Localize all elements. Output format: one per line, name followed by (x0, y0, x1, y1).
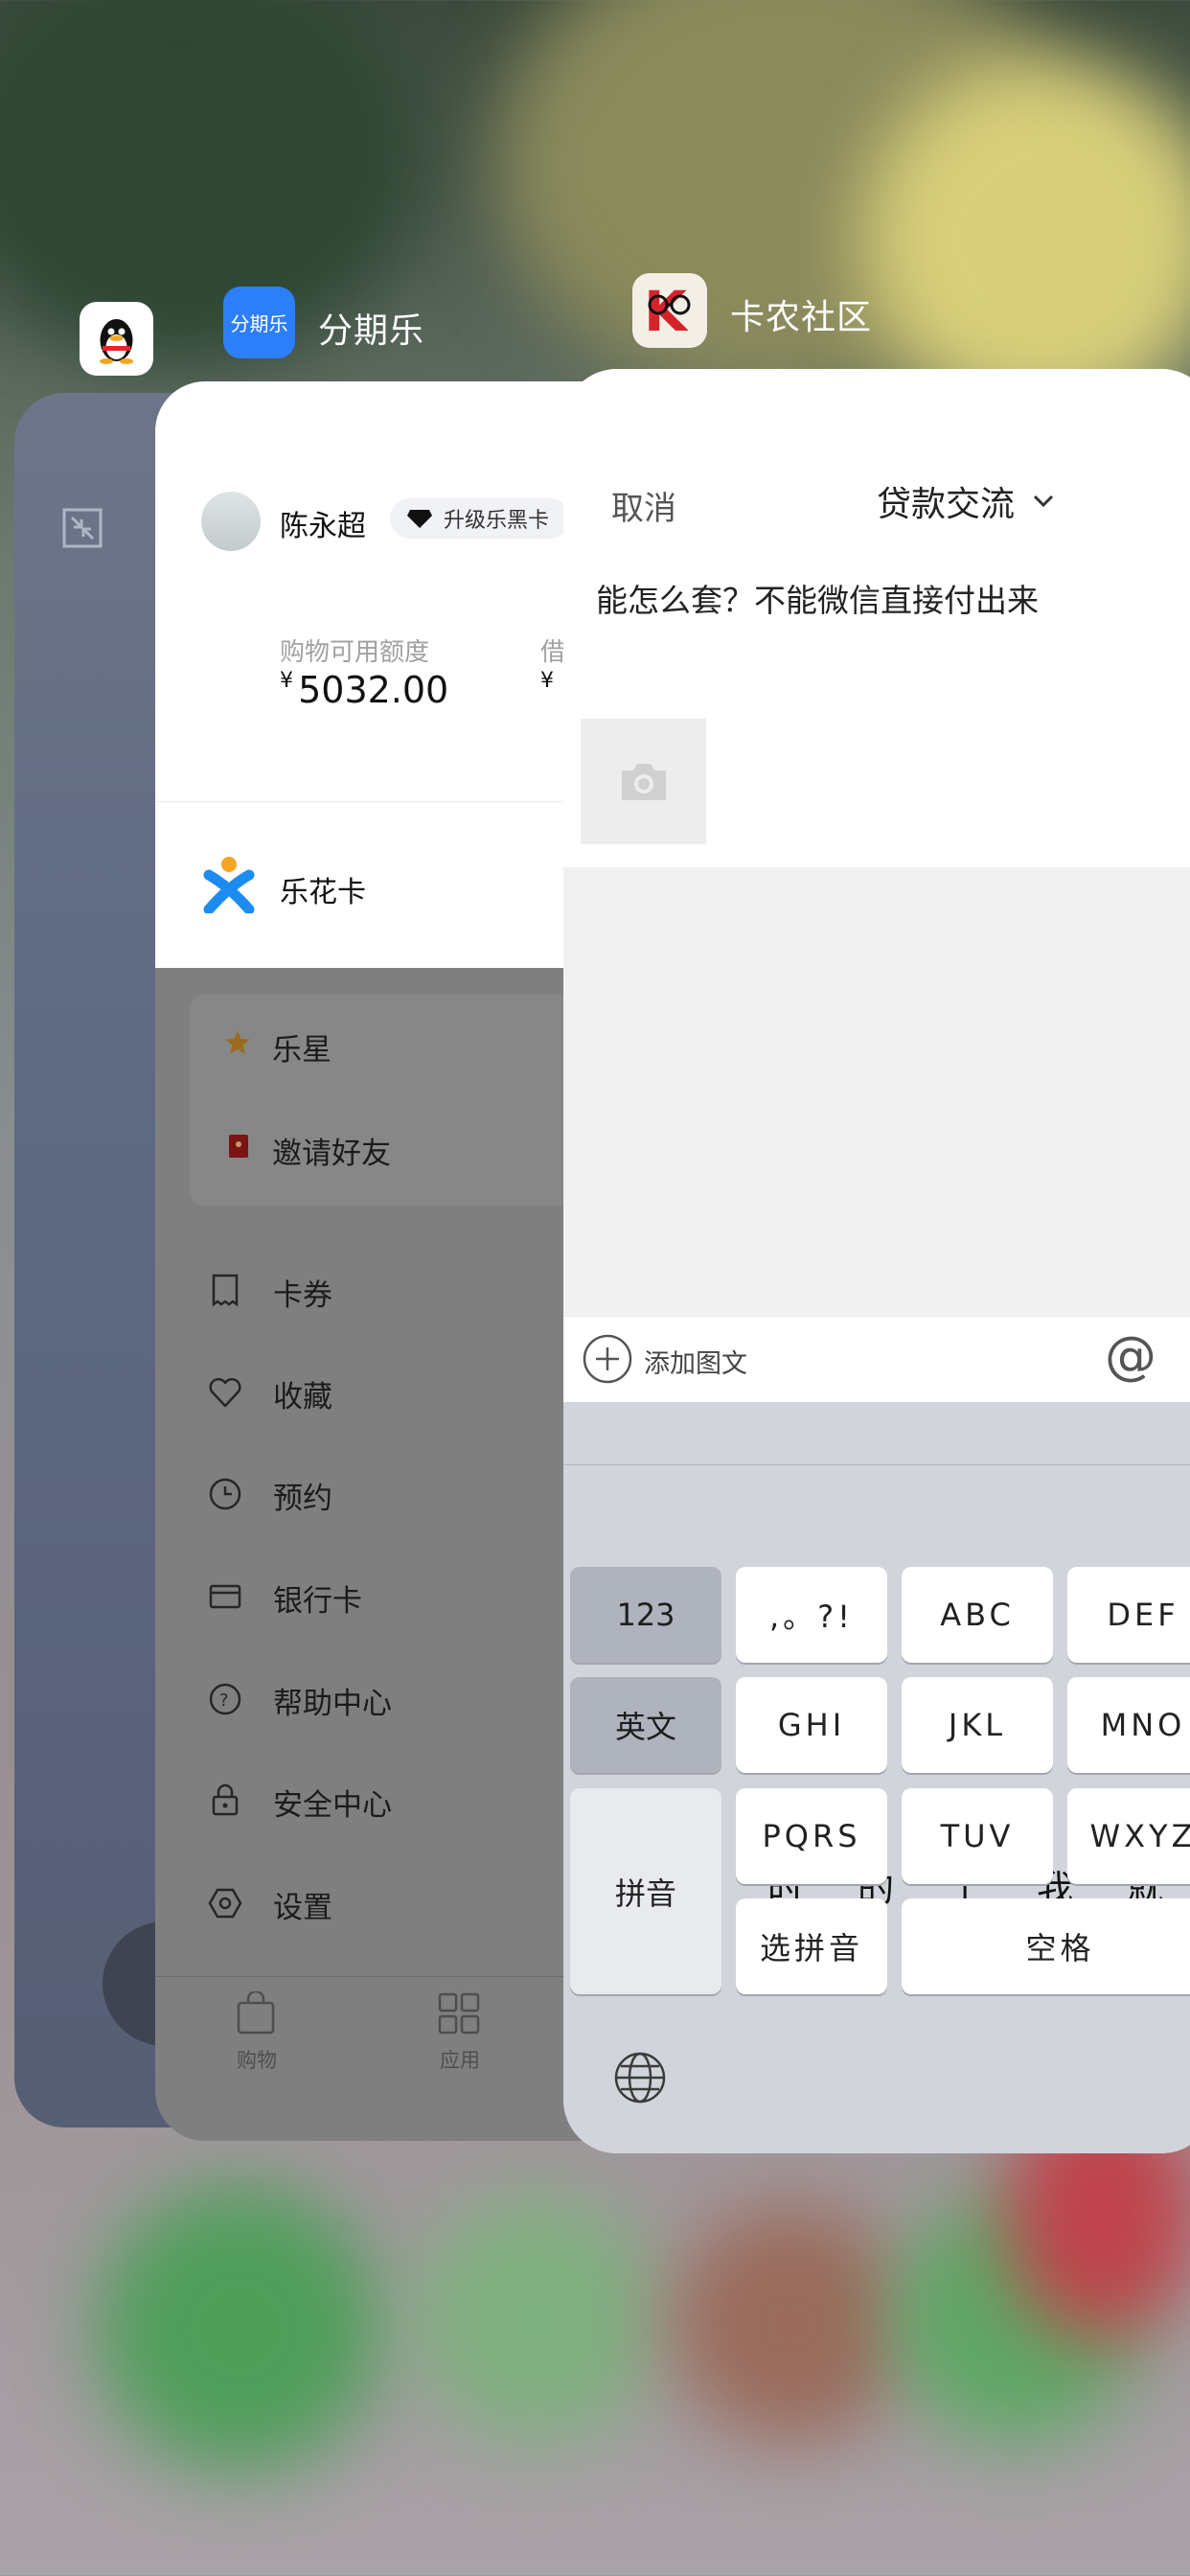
category-label: 贷款交流 (877, 485, 1016, 524)
help-icon: ? (209, 1683, 241, 1715)
menu-item-security[interactable]: 安全中心 (273, 1781, 392, 1824)
upgrade-badge-label: 升级乐黑卡 (444, 509, 550, 533)
key-123[interactable]: 123 (570, 1567, 721, 1663)
svg-text:?: ? (219, 1690, 229, 1711)
menu-item-favorites[interactable]: 收藏 (273, 1372, 332, 1415)
lehuaka-label[interactable]: 乐花卡 (280, 868, 366, 910)
coupon-icon (212, 1274, 239, 1307)
keyboard (563, 1402, 1190, 2153)
qq-app-icon[interactable] (80, 302, 153, 376)
key-pqrs[interactable]: PQRS (736, 1788, 887, 1884)
candidate-bar-divider (563, 1464, 1190, 1465)
settings-icon (208, 1888, 242, 1919)
key-select-pinyin[interactable]: 选拼音 (736, 1898, 887, 1994)
credit-label: 购物可用额度 (280, 638, 430, 667)
key-def[interactable]: DEF (1067, 1567, 1190, 1663)
kanong-app-label: 卡农社区 (730, 298, 873, 337)
add-media-label[interactable]: 添加图文 (644, 1343, 747, 1380)
credit-amount: ¥ 5032.00 (280, 669, 448, 711)
key-pinyin[interactable]: 拼音 (570, 1788, 721, 1994)
collapse-icon (62, 508, 103, 548)
loan-currency: ¥ (540, 669, 554, 693)
key-ghi[interactable]: GHI (736, 1677, 887, 1773)
tab-shopping[interactable]: 购物 (237, 2045, 277, 2074)
key-wxyz[interactable]: WXYZ (1067, 1788, 1190, 1884)
fenqile-icon-text: 分期乐 (230, 312, 288, 335)
bag-icon (237, 1991, 275, 2035)
star-icon (225, 1030, 250, 1054)
clock-icon (209, 1478, 241, 1510)
camera-icon (621, 763, 666, 800)
key-mno[interactable]: MNO (1067, 1677, 1190, 1773)
cancel-button[interactable]: 取消 (611, 482, 676, 529)
heart-icon (209, 1378, 241, 1408)
menu-item-help[interactable]: 帮助中心 (273, 1679, 392, 1722)
key-punctuation[interactable]: ,。?! (736, 1567, 887, 1663)
lock-icon (212, 1783, 239, 1816)
loan-label: 借 (540, 638, 566, 667)
credit-value: 5032.00 (298, 669, 449, 711)
credit-currency: ¥ (280, 669, 293, 693)
diamond-icon (407, 510, 432, 528)
chevron-down-icon (1033, 494, 1054, 508)
plus-circle-icon[interactable] (583, 1334, 632, 1384)
at-mention-button[interactable]: @ (1105, 1325, 1156, 1386)
globe-icon[interactable] (613, 2051, 667, 2104)
kanong-app-card[interactable]: 取消 贷款交流 能怎么套？不能微信直接付出来 添加图文 @ 吧 袭 时 的 了 … (563, 369, 1190, 2153)
key-english[interactable]: 英文 (570, 1677, 721, 1773)
card-icon (209, 1584, 241, 1609)
user-name: 陈永超 (280, 510, 366, 543)
fenqile-app-label: 分期乐 (318, 311, 425, 351)
panel-item-lexing[interactable]: 乐星 (272, 1025, 332, 1069)
menu-item-settings[interactable]: 设置 (273, 1883, 332, 1926)
tab-apps[interactable]: 应用 (440, 2045, 480, 2074)
kanong-app-icon[interactable]: K (632, 273, 707, 348)
key-space[interactable]: 空格 (902, 1898, 1190, 1994)
key-tuv[interactable]: TUV (902, 1788, 1053, 1884)
fenqile-app-icon[interactable]: 分期乐 (223, 287, 295, 358)
key-abc[interactable]: ABC (902, 1567, 1053, 1663)
gift-icon (229, 1135, 248, 1158)
avatar[interactable] (201, 492, 261, 551)
category-selector[interactable]: 贷款交流 (877, 476, 1055, 526)
lehuaka-logo-icon (203, 857, 255, 913)
panel-item-invite[interactable]: 邀请好友 (272, 1129, 391, 1172)
menu-item-booking[interactable]: 预约 (273, 1474, 332, 1517)
upgrade-badge[interactable]: 升级乐黑卡 (390, 498, 571, 539)
grid-icon (438, 1992, 480, 2035)
menu-item-coupons[interactable]: 卡券 (273, 1271, 332, 1314)
key-jkl[interactable]: JKL (902, 1677, 1053, 1773)
svg-text:K: K (644, 279, 689, 344)
add-photo-button[interactable] (581, 719, 706, 844)
menu-item-bank-card[interactable]: 银行卡 (273, 1576, 362, 1620)
post-text-input[interactable]: 能怎么套？不能微信直接付出来 (596, 575, 1039, 621)
